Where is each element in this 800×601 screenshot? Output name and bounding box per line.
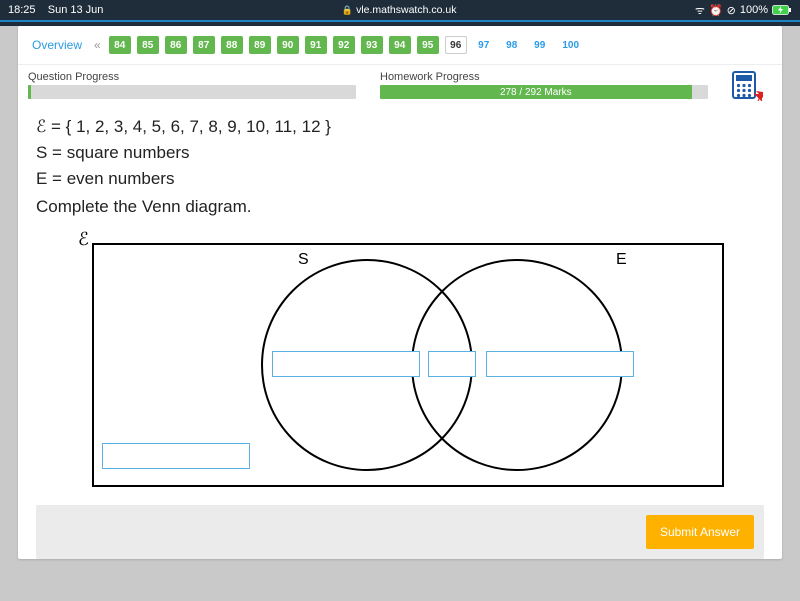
question-progress-label: Question Progress [28, 71, 356, 83]
qnum-91[interactable]: 91 [305, 36, 327, 54]
answer-bar: Submit Answer [36, 505, 764, 559]
qnum-84[interactable]: 84 [109, 36, 131, 54]
lock-icon [342, 4, 356, 16]
qnum-95[interactable]: 95 [417, 36, 439, 54]
venn-e-label: E [616, 251, 627, 269]
qnum-96[interactable]: 96 [445, 36, 467, 54]
qnum-98[interactable]: 98 [501, 36, 523, 54]
question-progress-bar [28, 85, 356, 99]
qnum-88[interactable]: 88 [221, 36, 243, 54]
question-nav: Overview « 84 85 86 87 88 89 90 91 92 93… [18, 26, 782, 65]
qnum-85[interactable]: 85 [137, 36, 159, 54]
question-line-e: E = even numbers [36, 169, 764, 189]
battery-text: 100% [740, 4, 768, 16]
question-line-epsilon: ℰ = { 1, 2, 3, 4, 5, 6, 7, 8, 9, 10, 11,… [36, 117, 764, 137]
homework-progress-label: Homework Progress [380, 71, 708, 83]
orientation-lock-icon: ⊘ [727, 4, 736, 17]
venn-epsilon-label: ℰ [78, 229, 89, 250]
qnum-92[interactable]: 92 [333, 36, 355, 54]
qnum-97[interactable]: 97 [473, 36, 495, 54]
question-line-s: S = square numbers [36, 143, 764, 163]
battery-icon [772, 5, 792, 15]
qnum-94[interactable]: 94 [389, 36, 411, 54]
status-date: Sun 13 Jun [48, 4, 104, 16]
answer-input-intersection[interactable] [428, 351, 476, 377]
qnum-86[interactable]: 86 [165, 36, 187, 54]
venn-diagram: ℰ S E [36, 233, 764, 493]
venn-s-label: S [298, 251, 309, 269]
homework-progress-bar: 278 / 292 Marks [380, 85, 708, 99]
nav-prev[interactable]: « [92, 38, 103, 52]
status-time: 18:25 [8, 4, 36, 16]
submit-answer-button[interactable]: Submit Answer [646, 515, 754, 549]
qnum-99[interactable]: 99 [529, 36, 551, 54]
wifi-icon: ᯤ [695, 3, 705, 18]
question-instruction: Complete the Venn diagram. [36, 197, 764, 217]
ipad-status-bar: 18:25 Sun 13 Jun vle.mathswatch.co.uk ᯤ … [0, 0, 800, 20]
qnum-89[interactable]: 89 [249, 36, 271, 54]
answer-input-s-only[interactable] [272, 351, 420, 377]
overview-link[interactable]: Overview [28, 34, 86, 56]
alarm-icon: ⏰ [709, 4, 723, 17]
qnum-100[interactable]: 100 [557, 36, 585, 54]
answer-input-e-only[interactable] [486, 351, 634, 377]
qnum-87[interactable]: 87 [193, 36, 215, 54]
calculator-icon[interactable] [732, 71, 764, 101]
answer-input-outside[interactable] [102, 443, 250, 469]
qnum-93[interactable]: 93 [361, 36, 383, 54]
status-url: vle.mathswatch.co.uk [356, 4, 456, 16]
homework-progress-text: 278 / 292 Marks [500, 87, 572, 98]
qnum-90[interactable]: 90 [277, 36, 299, 54]
